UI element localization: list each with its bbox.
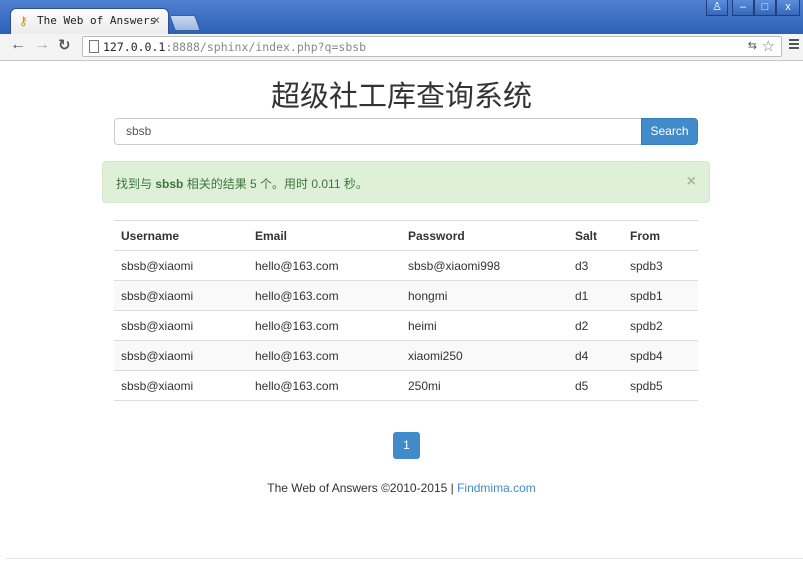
header-from: From bbox=[623, 220, 698, 251]
minimize-icon[interactable]: – bbox=[732, 0, 754, 16]
cell-email: hello@163.com bbox=[248, 280, 401, 311]
browser-tab[interactable]: ⚷ The Web of Answers × bbox=[11, 9, 168, 34]
translate-icon[interactable]: ⇆ bbox=[748, 39, 757, 52]
browser-titlebar: ⚷ The Web of Answers × ♙ – □ x bbox=[0, 0, 803, 34]
pagination-page-1[interactable]: 1 bbox=[393, 432, 420, 459]
header-username: Username bbox=[114, 220, 248, 251]
bookmark-star-icon[interactable]: ☆ bbox=[762, 37, 775, 55]
search-input[interactable]: sbsb bbox=[114, 118, 641, 145]
cell-salt: d1 bbox=[568, 280, 623, 311]
alert-keyword: sbsb bbox=[155, 177, 184, 191]
footer: The Web of Answers ©2010-2015 | Findmima… bbox=[0, 481, 803, 495]
cell-password: sbsb@xiaomi998 bbox=[401, 250, 568, 281]
cell-username: sbsb@xiaomi bbox=[114, 280, 248, 311]
header-password: Password bbox=[401, 220, 568, 251]
table-row: sbsb@xiaomi hello@163.com xiaomi250 d4 s… bbox=[114, 340, 698, 371]
cell-username: sbsb@xiaomi bbox=[114, 340, 248, 371]
table-header-row: Username Email Password Salt From bbox=[114, 220, 698, 251]
cell-username: sbsb@xiaomi bbox=[114, 250, 248, 281]
cell-email: hello@163.com bbox=[248, 370, 401, 401]
cell-from: spdb2 bbox=[623, 310, 698, 341]
close-window-icon[interactable]: x bbox=[776, 0, 800, 16]
cell-from: spdb3 bbox=[623, 250, 698, 281]
tab-close-icon[interactable]: × bbox=[153, 13, 160, 27]
key-favicon-icon: ⚷ bbox=[19, 14, 28, 28]
browser-toolbar: ← → ↻ 127.0.0.1:8888/sphinx/index.php?q=… bbox=[0, 34, 803, 61]
cell-salt: d5 bbox=[568, 370, 623, 401]
table-row: sbsb@xiaomi hello@163.com heimi d2 spdb2 bbox=[114, 310, 698, 341]
results-table: Username Email Password Salt From sbsb@x… bbox=[114, 220, 698, 401]
url-text: 127.0.0.1:8888/sphinx/index.php?q=sbsb bbox=[103, 40, 367, 54]
page-icon bbox=[89, 40, 99, 53]
cell-salt: d2 bbox=[568, 310, 623, 341]
new-tab-button[interactable] bbox=[169, 15, 201, 31]
cell-salt: d3 bbox=[568, 250, 623, 281]
cell-password: heimi bbox=[401, 310, 568, 341]
cell-salt: d4 bbox=[568, 340, 623, 371]
cell-email: hello@163.com bbox=[248, 250, 401, 281]
header-salt: Salt bbox=[568, 220, 623, 251]
cell-password: xiaomi250 bbox=[401, 340, 568, 371]
cell-username: sbsb@xiaomi bbox=[114, 310, 248, 341]
cell-email: hello@163.com bbox=[248, 310, 401, 341]
search-button[interactable]: Search bbox=[641, 118, 698, 145]
cell-from: spdb5 bbox=[623, 370, 698, 401]
forward-arrow-icon[interactable]: → bbox=[34, 36, 50, 54]
browser-menu-icon[interactable] bbox=[789, 39, 799, 51]
footer-link[interactable]: Findmima.com bbox=[457, 481, 536, 495]
reload-icon[interactable]: ↻ bbox=[58, 36, 71, 54]
user-profile-icon[interactable]: ♙ bbox=[706, 0, 728, 16]
table-row: sbsb@xiaomi hello@163.com sbsb@xiaomi998… bbox=[114, 250, 698, 281]
cell-username: sbsb@xiaomi bbox=[114, 370, 248, 401]
tab-title: The Web of Answers bbox=[37, 14, 157, 27]
footer-text: The Web of Answers ©2010-2015 | bbox=[267, 481, 458, 495]
table-row: sbsb@xiaomi hello@163.com 250mi d5 spdb5 bbox=[114, 370, 698, 401]
alert-message: 找到与 sbsb 相关的结果 5 个。用时 0.011 秒。 bbox=[116, 177, 368, 191]
divider bbox=[6, 558, 803, 559]
cell-email: hello@163.com bbox=[248, 340, 401, 371]
table-row: sbsb@xiaomi hello@163.com hongmi d1 spdb… bbox=[114, 280, 698, 311]
cell-password: hongmi bbox=[401, 280, 568, 311]
maximize-icon[interactable]: □ bbox=[754, 0, 776, 16]
header-email: Email bbox=[248, 220, 401, 251]
back-arrow-icon[interactable]: ← bbox=[10, 36, 26, 54]
results-alert: 找到与 sbsb 相关的结果 5 个。用时 0.011 秒。 × bbox=[102, 161, 710, 203]
page-title: 超级社工库查询系统 bbox=[270, 79, 532, 113]
address-bar[interactable]: 127.0.0.1:8888/sphinx/index.php?q=sbsb ⇆… bbox=[82, 36, 782, 57]
cell-from: spdb4 bbox=[623, 340, 698, 371]
alert-close-icon[interactable]: × bbox=[687, 173, 696, 191]
cell-from: spdb1 bbox=[623, 280, 698, 311]
cell-password: 250mi bbox=[401, 370, 568, 401]
